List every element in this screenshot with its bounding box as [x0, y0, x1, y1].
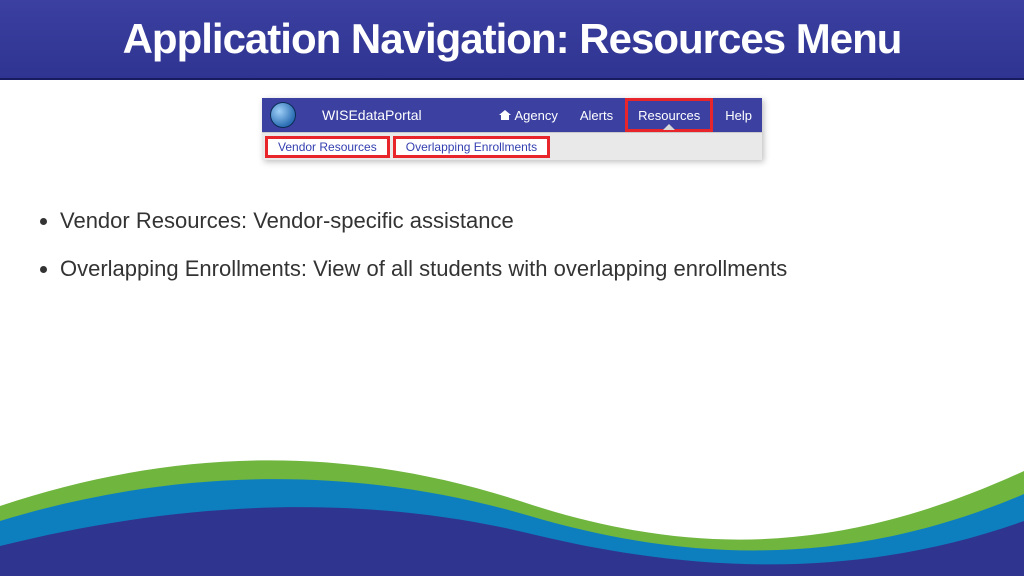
home-icon: [499, 110, 511, 120]
nav-alerts[interactable]: Alerts: [570, 98, 623, 132]
app-nav-screenshot: WISEdataPortal Agency Alerts Resources H…: [262, 98, 762, 160]
nav-items: Agency Alerts Resources Help: [489, 98, 763, 132]
bullet-list: Vendor Resources: Vendor-specific assist…: [60, 200, 1024, 290]
app-top-bar: WISEdataPortal Agency Alerts Resources H…: [262, 98, 762, 132]
portal-name: WISEdataPortal: [322, 107, 422, 123]
nav-resources-label: Resources: [638, 108, 700, 123]
nav-agency[interactable]: Agency: [489, 98, 568, 132]
slide-title-bar: Application Navigation: Resources Menu: [0, 0, 1024, 80]
nav-help[interactable]: Help: [715, 98, 762, 132]
sub-overlapping-enrollments[interactable]: Overlapping Enrollments: [393, 136, 550, 158]
bullet-1: Vendor Resources: Vendor-specific assist…: [60, 200, 1024, 242]
nav-resources[interactable]: Resources: [625, 98, 713, 132]
wave-footer: [0, 416, 1024, 576]
nav-help-label: Help: [725, 108, 752, 123]
globe-icon: [270, 102, 296, 128]
sub-bar: Vendor Resources Overlapping Enrollments: [262, 132, 762, 160]
sub-vendor-resources[interactable]: Vendor Resources: [265, 136, 390, 158]
sub-vendor-label: Vendor Resources: [278, 140, 377, 154]
nav-alerts-label: Alerts: [580, 108, 613, 123]
nav-agency-label: Agency: [515, 108, 558, 123]
bullet-2: Overlapping Enrollments: View of all stu…: [60, 248, 1024, 290]
sub-overlap-label: Overlapping Enrollments: [406, 140, 537, 154]
slide-title: Application Navigation: Resources Menu: [123, 15, 902, 63]
